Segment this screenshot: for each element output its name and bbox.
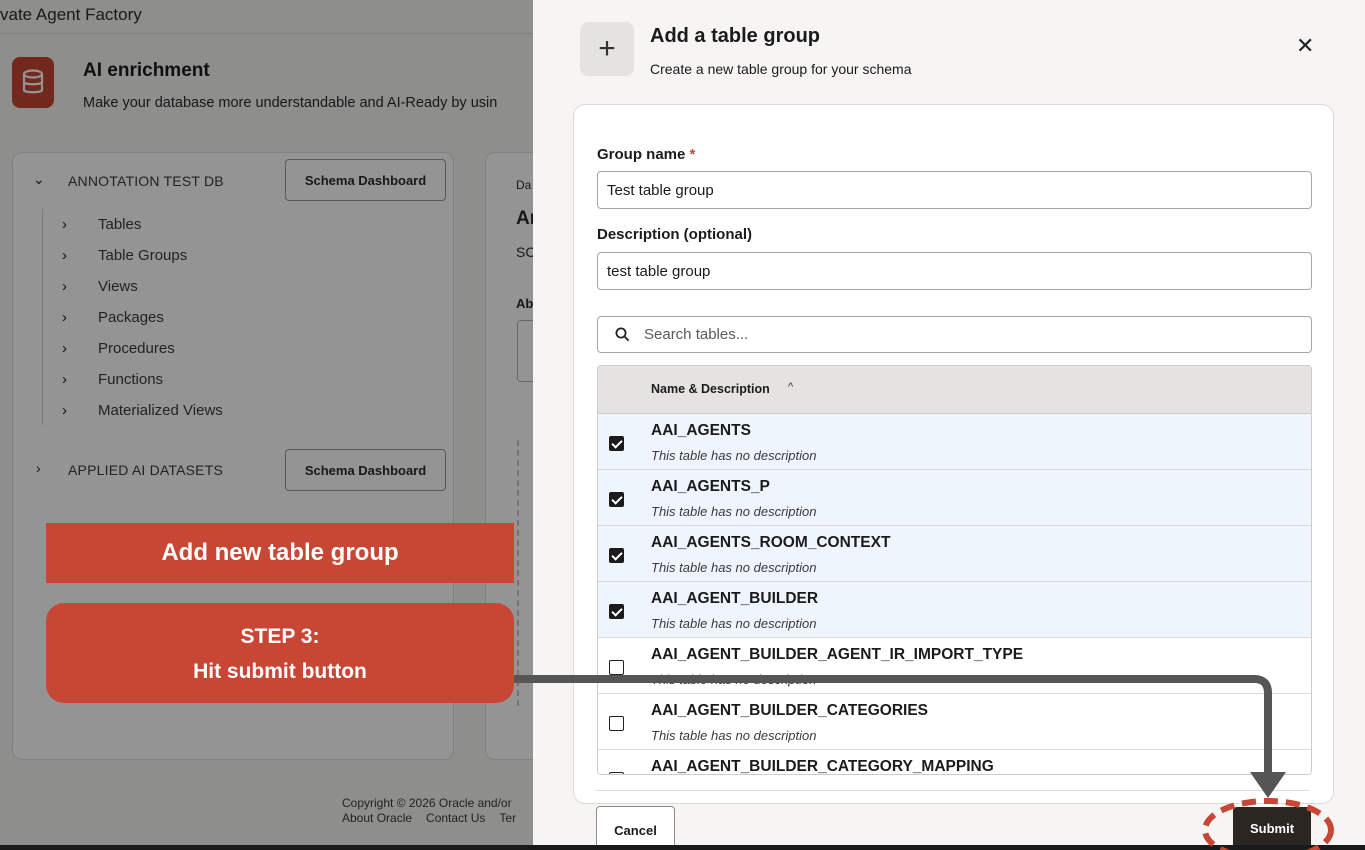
highlight-ring-icon [1202, 798, 1334, 850]
arrow-line-icon [514, 675, 1272, 775]
tutorial-arrow [514, 675, 1334, 850]
arrow-head-icon [1250, 772, 1286, 798]
